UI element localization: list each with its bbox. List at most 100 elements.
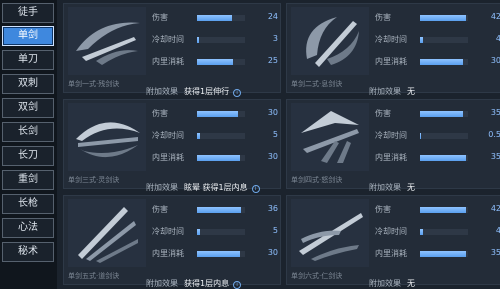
- skill-card[interactable]: 伤害 36 冷却时间 5 内里消耗 30 单剑五式·道剑诀 附加效果 获得1层内息…: [63, 195, 281, 289]
- info-icon[interactable]: i: [233, 89, 242, 97]
- cooldown-bar: [420, 229, 468, 235]
- cooldown-stat: 冷却时间 0.5: [375, 130, 500, 142]
- sidebar-item-long-blade[interactable]: 长刀: [2, 146, 54, 166]
- mana-value: 30: [267, 152, 278, 161]
- cooldown-bar: [420, 37, 468, 43]
- cooldown-label: 冷却时间: [375, 35, 407, 44]
- mana-value: 30: [490, 56, 500, 65]
- cooldown-value: 5: [272, 226, 278, 235]
- damage-label: 伤害: [375, 13, 391, 22]
- cooldown-bar: [197, 37, 245, 43]
- sidebar-item-spear[interactable]: 长枪: [2, 194, 54, 214]
- damage-bar: [197, 111, 245, 117]
- effect-value: 获得1层内息: [184, 279, 230, 288]
- skill-name: 单剑五式·道剑诀: [68, 272, 120, 280]
- damage-stat: 伤害 36: [152, 204, 278, 216]
- skill-card[interactable]: 伤害 42 冷却时间 4 内里消耗 30 单剑二式·息剑诀 附加效果无: [286, 3, 500, 96]
- mana-stat: 内里消耗 25: [152, 56, 278, 68]
- skill-card[interactable]: 伤害 35 冷却时间 0.5 内里消耗 35 单剑四式·怒剑诀 附加效果无: [286, 99, 500, 192]
- cooldown-stat: 冷却时间 4: [375, 34, 500, 46]
- mana-bar: [197, 59, 245, 65]
- cooldown-stat: 冷却时间 4: [375, 226, 500, 238]
- damage-bar: [420, 111, 468, 117]
- sidebar-item-mind-art[interactable]: 心法: [2, 218, 54, 238]
- info-icon[interactable]: i: [233, 281, 242, 289]
- cooldown-label: 冷却时间: [152, 227, 184, 236]
- damage-value: 42: [490, 12, 500, 21]
- mana-label: 内里消耗: [152, 249, 184, 258]
- damage-bar: [420, 207, 468, 213]
- skill-card[interactable]: 伤害 42 冷却时间 4 内里消耗 35 单剑六式·仁剑诀 附加效果无: [286, 195, 500, 288]
- damage-label: 伤害: [152, 13, 168, 22]
- effect-value: 无: [407, 183, 415, 192]
- damage-value: 35: [490, 108, 500, 117]
- effect-row: 附加效果 获得1层内息 i: [146, 271, 280, 289]
- damage-value: 30: [267, 108, 278, 117]
- mana-value: 25: [267, 56, 278, 65]
- effect-label: 附加效果: [146, 87, 178, 96]
- cooldown-value: 5: [272, 130, 278, 139]
- mana-stat: 内里消耗 35: [375, 152, 500, 164]
- mana-label: 内里消耗: [375, 249, 407, 258]
- mana-label: 内里消耗: [375, 57, 407, 66]
- mana-label: 内里消耗: [375, 153, 407, 162]
- damage-stat: 伤害 30: [152, 108, 278, 120]
- skill-name: 单剑四式·怒剑诀: [291, 176, 343, 184]
- cooldown-stat: 冷却时间 3: [152, 34, 278, 46]
- effect-label: 附加效果: [369, 87, 401, 96]
- sidebar-item-dual-daggers[interactable]: 双刺: [2, 74, 54, 94]
- cooldown-stat: 冷却时间 5: [152, 130, 278, 142]
- mana-value: 35: [490, 248, 500, 257]
- mana-value: 30: [267, 248, 278, 257]
- effect-label: 附加效果: [369, 183, 401, 192]
- cooldown-label: 冷却时间: [375, 131, 407, 140]
- cooldown-bar: [420, 133, 468, 139]
- effect-row: 附加效果 获得1层伸行 i: [146, 79, 280, 97]
- damage-stat: 伤害 35: [375, 108, 500, 120]
- mana-stat: 内里消耗 30: [152, 152, 278, 164]
- mana-value: 35: [490, 152, 500, 161]
- effect-row: 附加效果无: [369, 175, 500, 192]
- sidebar-item-unarmed[interactable]: 徒手: [2, 3, 54, 23]
- cooldown-value: 3: [272, 34, 278, 43]
- sword-burst-icon: [291, 103, 369, 171]
- effect-value: 获得1层伸行: [184, 87, 230, 96]
- mana-bar: [197, 155, 245, 161]
- skill-card[interactable]: 伤害 30 冷却时间 5 内里消耗 30 单剑三式·灵剑诀 附加效果 眩晕 获得1…: [63, 99, 281, 193]
- effect-value: 眩晕 获得1层内息: [184, 183, 248, 192]
- sidebar-item-single-blade[interactable]: 单刀: [2, 50, 54, 70]
- skill-grid: 伤害 24 冷却时间 3 内里消耗 25 单剑一式·残剑诀 附加效果 获得1层伸行…: [57, 0, 500, 289]
- sidebar-item-single-sword[interactable]: 单剑: [2, 26, 54, 46]
- cooldown-stat: 冷却时间 5: [152, 226, 278, 238]
- sidebar-item-dual-swords[interactable]: 双剑: [2, 98, 54, 118]
- mana-bar: [420, 251, 468, 257]
- effect-row: 附加效果无: [369, 79, 500, 96]
- cooldown-value: 0.5: [488, 130, 500, 139]
- sidebar-item-heavy-sword[interactable]: 重剑: [2, 170, 54, 190]
- damage-stat: 伤害 24: [152, 12, 278, 24]
- sidebar-item-long-sword[interactable]: 长剑: [2, 122, 54, 142]
- effect-value: 无: [407, 279, 415, 288]
- skill-card[interactable]: 伤害 24 冷却时间 3 内里消耗 25 单剑一式·残剑诀 附加效果 获得1层伸行…: [63, 3, 281, 97]
- cooldown-value: 4: [495, 34, 500, 43]
- damage-label: 伤害: [152, 109, 168, 118]
- damage-label: 伤害: [375, 109, 391, 118]
- cooldown-bar: [197, 133, 245, 139]
- mana-label: 内里消耗: [152, 153, 184, 162]
- skill-name: 单剑二式·息剑诀: [291, 80, 343, 88]
- cooldown-label: 冷却时间: [375, 227, 407, 236]
- effect-value: 无: [407, 87, 415, 96]
- mana-bar: [420, 59, 468, 65]
- sword-slash-icon: [68, 7, 146, 75]
- cooldown-bar: [197, 229, 245, 235]
- weapon-sidebar: 徒手 单剑 单刀 双刺 双剑 长剑 长刀 重剑 长枪 心法 秘术: [0, 0, 57, 289]
- skill-name: 单剑一式·残剑诀: [68, 80, 120, 88]
- damage-stat: 伤害 42: [375, 12, 500, 24]
- skill-name: 单剑六式·仁剑诀: [291, 272, 343, 280]
- sidebar-item-secret-art[interactable]: 秘术: [2, 242, 54, 262]
- info-icon[interactable]: i: [251, 185, 260, 193]
- effect-label: 附加效果: [146, 279, 178, 288]
- sword-swirl-icon: [291, 7, 369, 75]
- damage-label: 伤害: [375, 205, 391, 214]
- mana-bar: [420, 155, 468, 161]
